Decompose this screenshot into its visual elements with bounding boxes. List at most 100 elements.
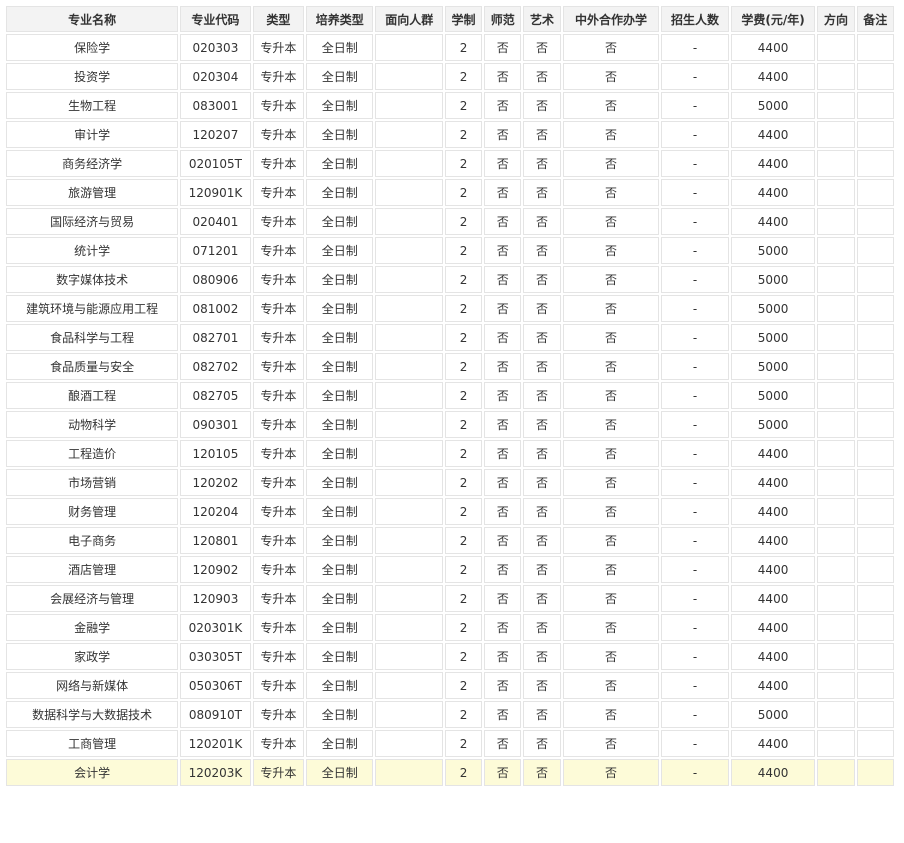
cell-duration: 2: [444, 411, 483, 438]
table-row: 市场营销 120202 专升本 全日制 2 否否否 -4400: [6, 469, 894, 496]
cell-art: 否: [523, 324, 561, 351]
cell-major-code: 120801: [180, 527, 251, 554]
cell-major-code: 120203K: [180, 759, 251, 786]
cell-remarks: [856, 701, 894, 728]
cell-major-name: 商务经济学: [6, 150, 179, 177]
cell-direction: [817, 643, 855, 670]
cell-sino-foreign: 否: [562, 411, 660, 438]
cell-major-code: 120901K: [180, 179, 251, 206]
cell-tuition: 5000: [730, 237, 816, 264]
table-row: 建筑环境与能源应用工程 081002 专升本 全日制 2 否否否 -5000: [6, 295, 894, 322]
cell-target-group: [375, 411, 443, 438]
cell-art: 否: [523, 92, 561, 119]
cell-remarks: [856, 759, 894, 786]
cell-direction: [817, 353, 855, 380]
cell-direction: [817, 672, 855, 699]
cell-training-type: 全日制: [306, 556, 374, 583]
cell-target-group: [375, 266, 443, 293]
cell-tuition: 5000: [730, 295, 816, 322]
col-header-art: 艺术: [523, 6, 561, 32]
cell-type: 专升本: [252, 266, 305, 293]
cell-remarks: [856, 730, 894, 757]
cell-major-name: 酿酒工程: [6, 382, 179, 409]
cell-enrollment: -: [661, 92, 729, 119]
table-row: 数据科学与大数据技术 080910T 专升本 全日制 2 否否否 -5000: [6, 701, 894, 728]
cell-sino-foreign: 否: [562, 208, 660, 235]
table-row: 工程造价 120105 专升本 全日制 2 否否否 -4400: [6, 440, 894, 467]
cell-normal: 否: [484, 92, 522, 119]
cell-major-name: 保险学: [6, 34, 179, 61]
cell-remarks: [856, 440, 894, 467]
table-row: 食品质量与安全 082702 专升本 全日制 2 否否否 -5000: [6, 353, 894, 380]
cell-major-name: 财务管理: [6, 498, 179, 525]
cell-remarks: [856, 237, 894, 264]
cell-direction: [817, 701, 855, 728]
cell-duration: 2: [444, 556, 483, 583]
table-row: 国际经济与贸易 020401 专升本 全日制 2 否否否 -4400: [6, 208, 894, 235]
cell-major-name: 食品质量与安全: [6, 353, 179, 380]
col-header-normal: 师范: [484, 6, 522, 32]
cell-major-name: 家政学: [6, 643, 179, 670]
cell-remarks: [856, 643, 894, 670]
cell-training-type: 全日制: [306, 411, 374, 438]
cell-target-group: [375, 440, 443, 467]
cell-training-type: 全日制: [306, 730, 374, 757]
cell-enrollment: -: [661, 295, 729, 322]
cell-art: 否: [523, 382, 561, 409]
cell-type: 专升本: [252, 701, 305, 728]
cell-duration: 2: [444, 324, 483, 351]
cell-sino-foreign: 否: [562, 614, 660, 641]
cell-training-type: 全日制: [306, 440, 374, 467]
cell-target-group: [375, 469, 443, 496]
cell-sino-foreign: 否: [562, 701, 660, 728]
cell-tuition: 4400: [730, 469, 816, 496]
table-row: 网络与新媒体 050306T 专升本 全日制 2 否否否 -4400: [6, 672, 894, 699]
cell-direction: [817, 295, 855, 322]
table-row: 金融学 020301K 专升本 全日制 2 否否否 -4400: [6, 614, 894, 641]
cell-enrollment: -: [661, 34, 729, 61]
cell-art: 否: [523, 440, 561, 467]
cell-enrollment: -: [661, 353, 729, 380]
col-header-major-code: 专业代码: [180, 6, 251, 32]
table-body: 保险学 020303 专升本 全日制 2 否否否 -4400 投资学 020304 专升本 全日制 2…: [6, 34, 894, 786]
cell-tuition: 4400: [730, 672, 816, 699]
cell-sino-foreign: 否: [562, 643, 660, 670]
cell-major-code: 020105T: [180, 150, 251, 177]
cell-tuition: 5000: [730, 353, 816, 380]
cell-training-type: 全日制: [306, 614, 374, 641]
table-row: 财务管理 120204 专升本 全日制 2 否否否 -4400: [6, 498, 894, 525]
cell-training-type: 全日制: [306, 266, 374, 293]
cell-sino-foreign: 否: [562, 498, 660, 525]
cell-duration: 2: [444, 382, 483, 409]
cell-type: 专升本: [252, 556, 305, 583]
cell-major-code: 082702: [180, 353, 251, 380]
cell-type: 专升本: [252, 63, 305, 90]
cell-enrollment: -: [661, 556, 729, 583]
col-header-remarks: 备注: [856, 6, 894, 32]
cell-remarks: [856, 353, 894, 380]
table-row: 旅游管理 120901K 专升本 全日制 2 否否否 -4400: [6, 179, 894, 206]
cell-tuition: 4400: [730, 63, 816, 90]
cell-direction: [817, 469, 855, 496]
cell-type: 专升本: [252, 34, 305, 61]
col-header-major-name: 专业名称: [6, 6, 179, 32]
cell-major-code: 082705: [180, 382, 251, 409]
cell-direction: [817, 324, 855, 351]
cell-type: 专升本: [252, 92, 305, 119]
table-row: 商务经济学 020105T 专升本 全日制 2 否否否 -4400: [6, 150, 894, 177]
col-header-target-group: 面向人群: [375, 6, 443, 32]
table-row: 电子商务 120801 专升本 全日制 2 否否否 -4400: [6, 527, 894, 554]
cell-target-group: [375, 295, 443, 322]
cell-direction: [817, 208, 855, 235]
cell-direction: [817, 527, 855, 554]
cell-remarks: [856, 527, 894, 554]
cell-major-code: 080906: [180, 266, 251, 293]
cell-training-type: 全日制: [306, 34, 374, 61]
cell-art: 否: [523, 34, 561, 61]
cell-art: 否: [523, 527, 561, 554]
cell-type: 专升本: [252, 382, 305, 409]
cell-tuition: 4400: [730, 150, 816, 177]
cell-type: 专升本: [252, 324, 305, 351]
cell-training-type: 全日制: [306, 237, 374, 264]
cell-type: 专升本: [252, 672, 305, 699]
